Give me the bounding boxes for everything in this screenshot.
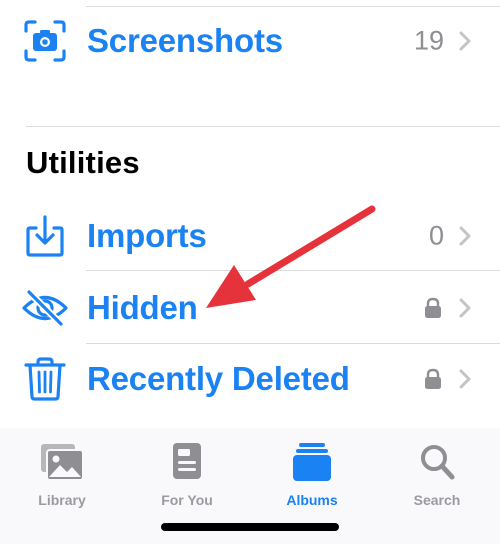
tab-for-you[interactable]: For You <box>137 442 237 508</box>
utility-row-recently-deleted[interactable]: Recently Deleted <box>0 348 500 410</box>
lock-icon <box>425 368 441 389</box>
chevron-right-icon <box>459 226 471 246</box>
for-you-icon <box>173 443 201 479</box>
home-indicator[interactable] <box>161 523 339 531</box>
tab-label-for-you: For You <box>161 492 213 508</box>
utility-row-imports[interactable]: Imports 0 <box>0 205 500 267</box>
top-divider <box>86 6 500 7</box>
chevron-right-icon <box>459 298 471 318</box>
row-divider <box>86 343 500 344</box>
tab-label-search: Search <box>413 492 461 508</box>
tab-label-library: Library <box>38 492 86 508</box>
section-divider <box>26 126 500 127</box>
lock-icon <box>425 297 441 318</box>
album-row-screenshots[interactable]: Screenshots 19 <box>0 10 500 72</box>
utility-row-hidden[interactable]: Hidden <box>0 277 500 339</box>
utility-count-imports: 0 <box>428 220 444 251</box>
utility-label-imports: Imports <box>87 217 207 254</box>
eye-slash-icon <box>22 288 68 328</box>
tab-albums[interactable]: Albums <box>262 442 362 508</box>
tab-label-albums: Albums <box>286 492 338 508</box>
import-icon <box>26 215 64 257</box>
tab-library[interactable]: Library <box>12 442 112 508</box>
search-icon <box>421 445 455 480</box>
tab-search[interactable]: Search <box>387 442 487 508</box>
chevron-right-icon <box>459 31 471 51</box>
albums-icon <box>293 443 331 481</box>
row-divider <box>86 270 500 271</box>
screenshot-icon <box>24 20 66 62</box>
trash-icon <box>24 357 66 401</box>
album-count-screenshots: 19 <box>413 25 444 56</box>
photos-albums-screen: Screenshots 19 Utilities Imports 0 Hidde… <box>0 0 500 544</box>
section-title-utilities: Utilities <box>26 145 140 180</box>
album-label-screenshots: Screenshots <box>87 22 283 59</box>
utility-label-recently-deleted: Recently Deleted <box>87 360 350 397</box>
photos-icon <box>41 444 84 481</box>
utility-label-hidden: Hidden <box>87 289 198 326</box>
chevron-right-icon <box>459 369 471 389</box>
